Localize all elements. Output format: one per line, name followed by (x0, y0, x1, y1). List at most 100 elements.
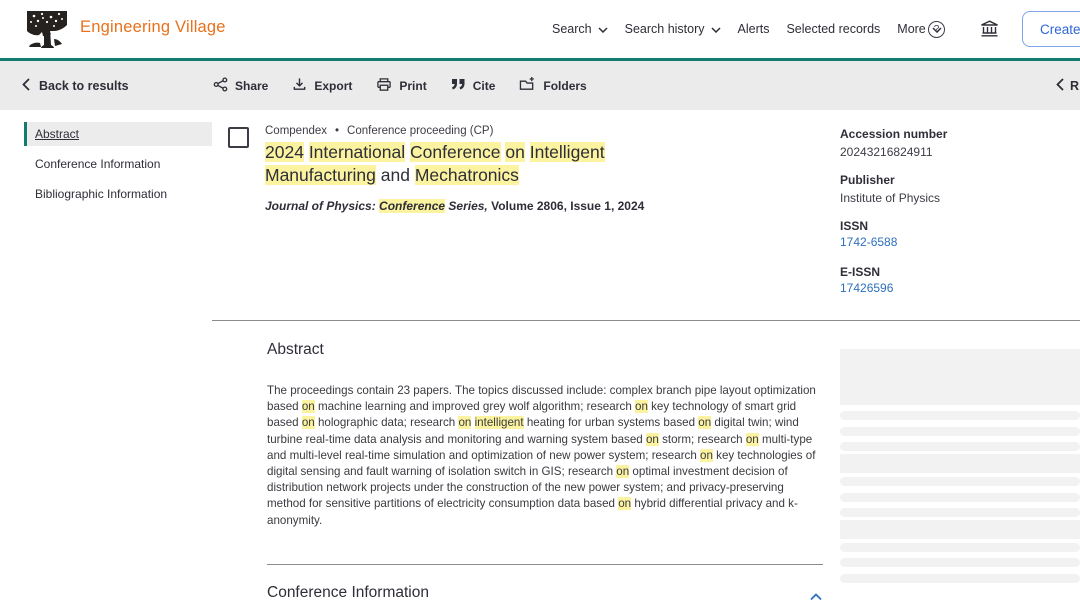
issn-value[interactable]: 1742-6588 (840, 235, 897, 249)
highlighted-term: on (616, 465, 629, 478)
header-nav: Search Search history Alerts Selected recor… (552, 0, 942, 58)
engineering-village-app: Engineering Village Search Search history… (0, 0, 1080, 608)
skeleton-block (840, 520, 1080, 539)
highlighted-term: on (700, 449, 713, 462)
share-label: Share (235, 79, 268, 93)
highlighted-term: on (746, 433, 759, 446)
text-segment (525, 142, 530, 162)
conference-information-heading: Conference Information (267, 584, 429, 602)
skeleton-bar (840, 558, 1080, 567)
accession-number-label: Accession number (840, 127, 1070, 141)
highlighted-term: Manufacturing (265, 165, 376, 185)
subsection-divider (267, 564, 823, 565)
share-icon (213, 77, 228, 95)
nav-item-label: More (897, 22, 925, 36)
elsevier-tree-logo (24, 9, 70, 51)
record-pager[interactable]: R (1056, 61, 1079, 110)
print-button[interactable]: Print (376, 77, 426, 95)
highlighted-term: on (646, 433, 659, 446)
dot-separator: • (335, 125, 339, 137)
abstract-text: The proceedings contain 23 papers. The t… (267, 383, 817, 529)
highlighted-term: Conference (410, 142, 500, 162)
highlighted-term: on (302, 400, 315, 413)
publisher-value: Institute of Physics (840, 191, 1070, 205)
skeleton-bar (840, 574, 1080, 583)
print-label: Print (399, 79, 426, 93)
highlighted-term: 2024 (265, 142, 304, 162)
print-icon (376, 77, 392, 95)
collapse-chevron-up-icon[interactable] (810, 588, 822, 606)
nav-item-alerts[interactable]: Alerts (738, 22, 770, 36)
nav-item-selected-records[interactable]: Selected records (786, 22, 880, 36)
help-icon[interactable]: ? (928, 21, 945, 38)
highlighted-term: on (698, 416, 711, 429)
text-segment: Volume 2806, Issue 1, 2024 (488, 199, 645, 213)
highlighted-term: intelligent (475, 416, 524, 429)
highlighted-term: on (302, 416, 315, 429)
folders-button[interactable]: Folders (519, 76, 586, 95)
folders-label: Folders (543, 79, 586, 93)
nav-item-label: Selected records (786, 22, 880, 36)
skeleton-block (840, 454, 1080, 473)
text-segment: machine learning and improved grey wolf … (315, 400, 635, 413)
skeleton-bar (840, 543, 1080, 552)
cite-button[interactable]: Cite (451, 78, 496, 94)
skeleton-bar (840, 427, 1080, 436)
abstract-heading: Abstract (267, 341, 324, 359)
publisher-label: Publisher (840, 173, 1070, 187)
skeleton-block (840, 349, 1080, 405)
help-question-mark: ? (934, 24, 940, 35)
sidebar-item-bibliographic-information[interactable]: Bibliographic Information (24, 182, 212, 206)
skeleton-bar (840, 477, 1080, 486)
record-toolbar: Back to results Share Export Print Cite Fold… (0, 58, 1080, 110)
e-issn-value[interactable]: 17426596 (840, 281, 893, 295)
nav-item-label: Search (552, 22, 592, 36)
journal-citation: Journal of Physics: Conference Series, V… (265, 199, 825, 213)
record-header: Compendex • Conference proceeding (CP) 2… (265, 125, 825, 213)
chevron-left-icon (22, 78, 30, 94)
institution-icon[interactable] (980, 20, 999, 43)
nav-item-search-history[interactable]: Search history (625, 22, 721, 36)
nav-item-label: Alerts (738, 22, 770, 36)
highlighted-term: Conference (379, 199, 445, 213)
highlighted-term: on (635, 400, 648, 413)
loading-skeleton (840, 349, 1080, 583)
skeleton-bar (840, 493, 1080, 502)
doc-type-label: Conference proceeding (CP) (347, 125, 493, 137)
back-to-results-label: Back to results (39, 79, 129, 93)
brand-title: Engineering Village (80, 18, 226, 37)
toolbar-actions: Share Export Print Cite Folders (213, 61, 587, 110)
section-divider (212, 320, 1080, 321)
record-source-line: Compendex • Conference proceeding (CP) (265, 125, 825, 137)
text-segment: and (381, 165, 410, 185)
chevron-left-icon (1056, 78, 1064, 94)
chevron-down-icon (711, 22, 721, 36)
record-pager-label: R (1070, 79, 1079, 93)
cite-label: Cite (473, 79, 496, 93)
back-to-results-button[interactable]: Back to results (22, 61, 129, 110)
record-meta-panel: Accession number 20243216824911 Publisher I… (840, 127, 1070, 297)
highlighted-term: Mechatronics (415, 165, 519, 185)
header: Engineering Village Search Search history… (0, 0, 1080, 58)
e-issn-label: E-ISSN (840, 265, 1070, 279)
highlighted-term: on (618, 497, 631, 510)
text-segment: Series, (445, 199, 488, 213)
share-button[interactable]: Share (213, 77, 268, 95)
text-segment: storm; research (659, 433, 746, 446)
chevron-down-icon (598, 22, 608, 36)
skeleton-bar (840, 411, 1080, 420)
highlighted-term: on (505, 142, 524, 162)
record-title: 2024 International Conference on Intelli… (265, 141, 623, 186)
export-button[interactable]: Export (292, 77, 352, 95)
sidebar-item-abstract[interactable]: Abstract (24, 122, 212, 146)
nav-item-search[interactable]: Search (552, 22, 608, 36)
record-select-checkbox[interactable] (228, 127, 249, 148)
create-account-button[interactable]: Create a (1022, 11, 1080, 47)
sidebar-item-conference-information[interactable]: Conference Information (24, 152, 212, 176)
skeleton-bar (840, 508, 1080, 517)
folders-icon (519, 76, 536, 95)
accession-number-value: 20243216824911 (840, 145, 1070, 159)
export-label: Export (314, 79, 352, 93)
nav-item-label: Search history (625, 22, 705, 36)
skeleton-bar (840, 442, 1080, 451)
